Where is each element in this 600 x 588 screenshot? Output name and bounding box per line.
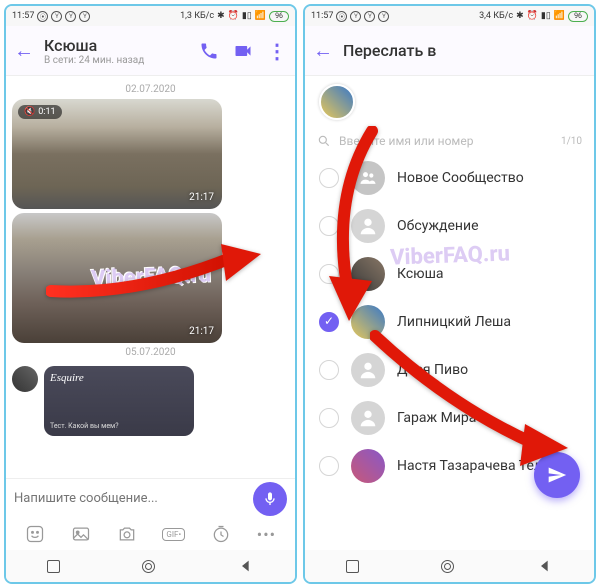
- mic-button[interactable]: [253, 482, 287, 516]
- selected-row: [305, 76, 594, 128]
- battery-icon: 96: [568, 11, 588, 22]
- status-bar: 11:57 ⦿YYY 1,3 КБ/с✱⏰▮▯📶96: [6, 6, 295, 26]
- back-button[interactable]: ←: [14, 38, 34, 63]
- nav-back[interactable]: [537, 558, 553, 574]
- phone-forward: 11:57 ⦿YYY 3,4 КБ/с✱⏰▮▯📶96 ← Переслать в…: [303, 4, 596, 584]
- avatar: [351, 401, 385, 435]
- selection-count: 1/10: [561, 136, 582, 147]
- back-button[interactable]: ←: [313, 38, 333, 63]
- contact-name: Ксюша: [397, 266, 444, 282]
- video-call-icon[interactable]: [233, 41, 253, 61]
- radio[interactable]: [319, 264, 339, 284]
- timestamp: 21:17: [189, 192, 214, 203]
- avatar: [351, 449, 385, 483]
- sticker-icon[interactable]: [25, 524, 45, 544]
- contact-item[interactable]: Дося Пиво: [305, 346, 594, 394]
- nav-recent[interactable]: [47, 560, 60, 573]
- search-icon: [317, 134, 331, 148]
- link-card[interactable]: Esquire Тест. Какой вы мем?: [44, 366, 194, 436]
- chat-header: ← Ксюша В сети: 24 мин. назад ⋮: [6, 26, 295, 76]
- timestamp: 21:17: [189, 326, 214, 337]
- radio[interactable]: [319, 216, 339, 236]
- chat-body[interactable]: 02.07.2020 🔇 0:11 21:17 21:17 05.07.2020…: [6, 76, 295, 478]
- avatar[interactable]: [12, 366, 38, 392]
- video-message-1[interactable]: 🔇 0:11 21:17: [12, 99, 222, 209]
- radio[interactable]: [319, 456, 339, 476]
- avatar: [351, 209, 385, 243]
- status-net: 1,3 КБ/с: [180, 11, 214, 21]
- forward-body: Введите имя или номер 1/10 Новое Сообщес…: [305, 76, 594, 550]
- contact-name: Гараж Мира: [397, 410, 476, 426]
- contact-item[interactable]: Ксюша: [305, 250, 594, 298]
- contact-item[interactable]: Гараж Мира: [305, 394, 594, 442]
- radio[interactable]: [319, 312, 339, 332]
- battery-icon: 96: [269, 11, 289, 22]
- radio[interactable]: [319, 408, 339, 428]
- menu-icon[interactable]: ⋮: [267, 39, 287, 63]
- date-label: 02.07.2020: [12, 84, 289, 95]
- contact-name: Обсуждение: [397, 218, 479, 234]
- nav-bar: [305, 550, 594, 582]
- search-placeholder: Введите имя или номер: [339, 134, 473, 148]
- contact-item[interactable]: Липницкий Леша: [305, 298, 594, 346]
- image-icon[interactable]: [71, 524, 91, 544]
- nav-recent[interactable]: [346, 560, 359, 573]
- avatar: [351, 353, 385, 387]
- camera-icon[interactable]: [117, 524, 137, 544]
- contact-item[interactable]: Новое Сообщество: [305, 154, 594, 202]
- call-icon[interactable]: [199, 41, 219, 61]
- chat-substatus: В сети: 24 мин. назад: [44, 55, 189, 66]
- mute-badge: 🔇 0:11: [18, 105, 62, 119]
- contact-name: Липницкий Леша: [397, 314, 511, 330]
- nav-back[interactable]: [238, 558, 254, 574]
- phone-chat: 11:57 ⦿YYY 1,3 КБ/с✱⏰▮▯📶96 ← Ксюша В сет…: [4, 4, 297, 584]
- status-time: 11:57: [12, 11, 34, 21]
- more-icon[interactable]: •••: [257, 525, 276, 544]
- contact-name: Дося Пиво: [397, 362, 468, 378]
- contact-name: Новое Сообщество: [397, 170, 524, 186]
- message-input[interactable]: [14, 491, 245, 506]
- chat-title[interactable]: Ксюша: [44, 36, 189, 55]
- status-net: 3,4 КБ/с: [479, 11, 513, 21]
- avatar: [351, 257, 385, 291]
- search-bar[interactable]: Введите имя или номер 1/10: [305, 128, 594, 154]
- send-button[interactable]: [534, 452, 580, 498]
- status-time: 11:57: [311, 11, 333, 21]
- status-bar: 11:57 ⦿YYY 3,4 КБ/с✱⏰▮▯📶96: [305, 6, 594, 26]
- forward-header: ← Переслать в: [305, 26, 594, 76]
- video-message-2[interactable]: 21:17: [12, 213, 222, 343]
- gif-icon[interactable]: GIF•: [162, 528, 185, 541]
- date-label: 05.07.2020: [12, 347, 289, 358]
- nav-bar: [6, 550, 295, 582]
- attachment-bar: GIF• •••: [6, 518, 295, 550]
- nav-home[interactable]: [142, 560, 155, 573]
- nav-home[interactable]: [441, 560, 454, 573]
- avatar: [351, 305, 385, 339]
- avatar: [351, 161, 385, 195]
- forward-title: Переслать в: [343, 41, 436, 60]
- contact-item[interactable]: Обсуждение: [305, 202, 594, 250]
- selected-avatar[interactable]: [319, 84, 355, 120]
- timer-icon[interactable]: [211, 524, 231, 544]
- message-input-bar: [6, 478, 295, 518]
- radio[interactable]: [319, 168, 339, 188]
- radio[interactable]: [319, 360, 339, 380]
